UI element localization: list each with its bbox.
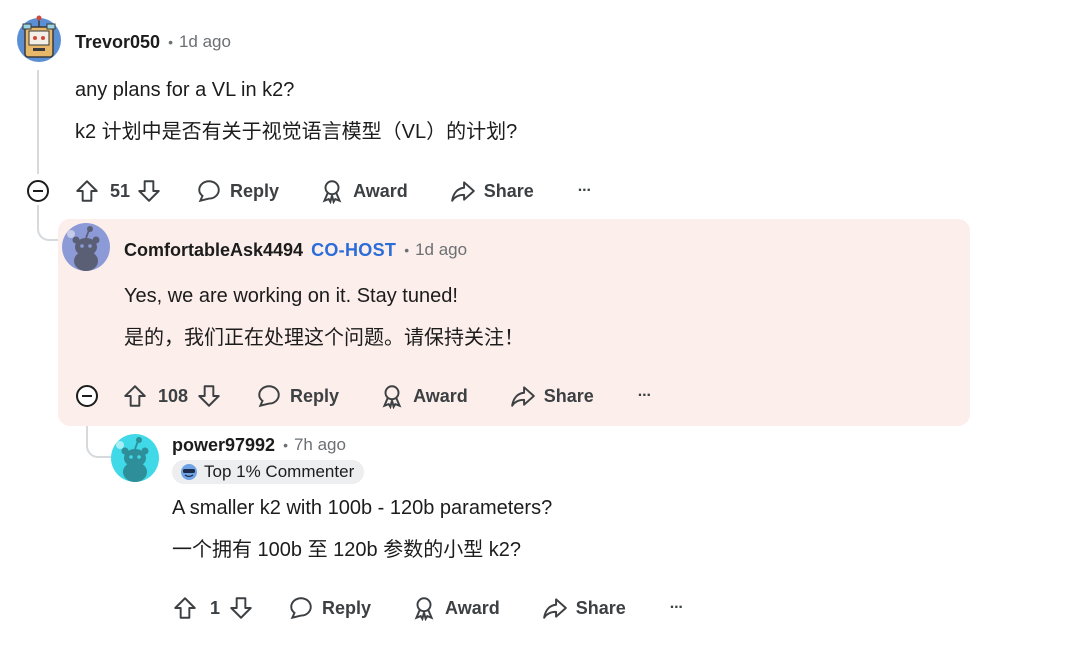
- upvote-icon[interactable]: [172, 595, 198, 621]
- comment-trevor050: Trevor050 • 1d ago any plans for a VL in…: [0, 0, 1080, 215]
- collapse-icon[interactable]: [75, 384, 99, 413]
- author-name[interactable]: ComfortableAsk4494: [124, 240, 303, 261]
- reply-label: Reply: [290, 385, 340, 406]
- vote-count: 1: [210, 597, 221, 618]
- upvote-icon[interactable]: [122, 383, 148, 409]
- more-options-button[interactable]: ···: [638, 387, 652, 405]
- badge-icon: [181, 464, 197, 480]
- downvote-icon[interactable]: [196, 383, 222, 409]
- award-button[interactable]: Award: [411, 595, 500, 621]
- comment-icon: [290, 597, 312, 620]
- comment-actions: 51 Reply Award Share ···: [74, 171, 592, 211]
- comment-header: ComfortableAsk4494 CO-HOST • 1d ago: [124, 238, 467, 262]
- share-icon: [450, 181, 475, 202]
- timestamp[interactable]: 1d ago: [179, 32, 231, 52]
- timestamp[interactable]: 7h ago: [294, 435, 346, 455]
- collapse-icon[interactable]: [26, 179, 50, 208]
- top-commenter-badge[interactable]: Top 1% Commenter: [172, 460, 365, 484]
- downvote-icon[interactable]: [136, 178, 162, 204]
- reply-label: Reply: [322, 597, 372, 618]
- cohost-flair: CO-HOST: [311, 239, 397, 260]
- reply-label: Reply: [230, 180, 280, 201]
- comment-header: Trevor050 • 1d ago: [75, 30, 231, 54]
- share-button[interactable]: Share: [542, 595, 626, 621]
- comment-actions: 1 Reply Award Share ···: [172, 588, 684, 628]
- downvote-icon[interactable]: [228, 595, 254, 621]
- comment-text-en: Yes, we are working on it. Stay tuned!: [124, 285, 458, 307]
- comment-icon: [198, 180, 220, 203]
- reply-button[interactable]: Reply: [196, 178, 279, 204]
- award-button[interactable]: Award: [319, 178, 408, 204]
- award-button[interactable]: Award: [379, 383, 468, 409]
- award-label: Award: [413, 385, 468, 406]
- comment-text-en: A smaller k2 with 100b - 120b parameters…: [172, 497, 553, 519]
- separator-dot: •: [404, 242, 410, 258]
- share-label: Share: [483, 180, 534, 201]
- share-icon: [510, 386, 535, 407]
- author-name[interactable]: power97992: [172, 435, 275, 456]
- comment-comfortableask4494: ComfortableAsk4494 CO-HOST • 1d ago Yes,…: [0, 215, 1080, 430]
- comment-power97992: power97992 • 7h ago Top 1% Commenter A s…: [0, 430, 1080, 652]
- more-options-button[interactable]: ···: [670, 599, 684, 617]
- vote-count: 108: [158, 385, 189, 406]
- award-label: Award: [353, 180, 408, 201]
- author-name[interactable]: Trevor050: [75, 32, 160, 53]
- share-label: Share: [575, 597, 626, 618]
- award-label: Award: [445, 597, 500, 618]
- avatar-snoo-icon[interactable]: [62, 223, 110, 271]
- comment-icon: [258, 385, 280, 408]
- comment-actions: 108 Reply Award Share ···: [122, 376, 652, 416]
- comment-text-en: any plans for a VL in k2?: [75, 79, 295, 101]
- comment-text-zh: 一个拥有 100b 至 120b 参数的小型 k2?: [172, 539, 522, 561]
- upvote-icon[interactable]: [74, 178, 100, 204]
- more-options-button[interactable]: ···: [578, 182, 592, 200]
- share-icon: [542, 598, 567, 619]
- avatar-snoo-icon[interactable]: [111, 434, 159, 482]
- award-icon: [382, 385, 402, 409]
- share-button[interactable]: Share: [510, 383, 594, 409]
- reply-button[interactable]: Reply: [288, 595, 371, 621]
- comment-text-zh: 是的，我们正在处理这个问题。请保持关注！: [124, 327, 524, 349]
- timestamp[interactable]: 1d ago: [415, 240, 467, 260]
- separator-dot: •: [168, 34, 173, 50]
- share-label: Share: [543, 385, 594, 406]
- avatar-robot-icon[interactable]: [15, 14, 63, 64]
- vote-count: 51: [110, 180, 131, 201]
- share-button[interactable]: Share: [450, 178, 534, 204]
- comment-text-zh: k2 计划中是否有关于视觉语言模型（VL）的计划?: [75, 121, 518, 143]
- reply-button[interactable]: Reply: [256, 383, 339, 409]
- separator-dot: •: [283, 437, 288, 453]
- award-icon: [414, 597, 434, 621]
- badge-label: Top 1% Commenter: [204, 462, 355, 481]
- comment-header: power97992 • 7h ago: [172, 433, 346, 457]
- award-icon: [322, 180, 342, 204]
